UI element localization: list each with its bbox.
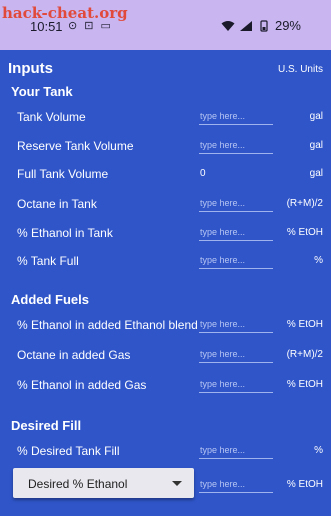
row-tank-volume: Tank Volume type here... gal xyxy=(0,108,331,128)
row-desired-tank-fill: % Desired Tank Fill type here... % xyxy=(0,442,331,462)
tank-full-input[interactable]: type here... xyxy=(199,252,273,269)
ethanol-in-added-blend-input[interactable]: type here... xyxy=(199,316,273,333)
row-unit: % EtOH xyxy=(286,319,323,330)
wifi-icon xyxy=(221,20,235,31)
row-unit: gal xyxy=(309,140,323,151)
row-octane-in-added-gas: Octane in added Gas type here... (R+M)/2 xyxy=(0,346,331,366)
ethanol-in-added-gas-input[interactable]: type here... xyxy=(199,376,273,393)
row-label: Full Tank Volume xyxy=(17,167,109,181)
row-unit: % EtOH xyxy=(286,479,323,490)
ethanol-in-tank-input[interactable]: type here... xyxy=(199,224,273,241)
section-added-fuels: Added Fuels xyxy=(11,292,90,307)
row-unit: gal xyxy=(309,111,323,122)
row-label: % Ethanol in Tank xyxy=(17,226,113,240)
status-time: 10:51 xyxy=(30,19,63,34)
status-bar: hack-cheat.org 10:51 ⊙ ⊡ ▭ 29% xyxy=(0,0,331,50)
octane-in-tank-input[interactable]: type here... xyxy=(199,195,273,212)
row-ethanol-in-tank: % Ethanol in Tank type here... % EtOH xyxy=(0,224,331,244)
signal-icon xyxy=(239,20,252,31)
battery-percent: 29% xyxy=(274,18,301,33)
row-octane-in-tank: Octane in Tank type here... (R+M)/2 xyxy=(0,195,331,215)
row-full-tank-volume: Full Tank Volume 0 gal xyxy=(0,165,331,185)
row-ethanol-in-added-blend: % Ethanol in added Ethanol blend type he… xyxy=(0,316,331,336)
row-label: % Ethanol in added Gas xyxy=(17,378,147,392)
row-unit: % xyxy=(314,445,323,456)
row-unit: % EtOH xyxy=(286,227,323,238)
desired-ethanol-input[interactable]: type here... xyxy=(199,476,273,493)
row-unit: % xyxy=(314,255,323,266)
row-unit: (R+M)/2 xyxy=(286,198,323,209)
battery-icon xyxy=(260,19,268,32)
row-label: Reserve Tank Volume xyxy=(17,139,134,153)
row-desired-ethanol: type here... % EtOH xyxy=(0,476,331,496)
status-right: 29% xyxy=(221,18,301,33)
row-label: % Desired Tank Fill xyxy=(17,444,120,458)
row-label: Tank Volume xyxy=(17,110,86,124)
row-unit: gal xyxy=(309,168,323,179)
reserve-tank-volume-input[interactable]: type here... xyxy=(199,137,273,154)
section-your-tank: Your Tank xyxy=(11,84,73,99)
row-unit: (R+M)/2 xyxy=(286,349,323,360)
full-tank-volume-value: 0 xyxy=(200,168,206,179)
desired-tank-fill-input[interactable]: type here... xyxy=(199,442,273,459)
row-label: % Ethanol in added Ethanol blend xyxy=(17,318,198,332)
row-unit: % EtOH xyxy=(286,379,323,390)
notification-icons: ⊙ ⊡ ▭ xyxy=(68,20,113,32)
row-tank-full: % Tank Full type here... % xyxy=(0,252,331,272)
row-label: Octane in Tank xyxy=(17,197,97,211)
row-label: % Tank Full xyxy=(17,254,79,268)
units-label: U.S. Units xyxy=(277,64,323,75)
tank-volume-input[interactable]: type here... xyxy=(199,108,273,125)
octane-in-added-gas-input[interactable]: type here... xyxy=(199,346,273,363)
row-label: Octane in added Gas xyxy=(17,348,131,362)
row-ethanol-in-added-gas: % Ethanol in added Gas type here... % Et… xyxy=(0,376,331,396)
page-title: Inputs xyxy=(8,60,53,77)
row-reserve-tank-volume: Reserve Tank Volume type here... gal xyxy=(0,137,331,157)
section-desired-fill: Desired Fill xyxy=(11,418,82,433)
